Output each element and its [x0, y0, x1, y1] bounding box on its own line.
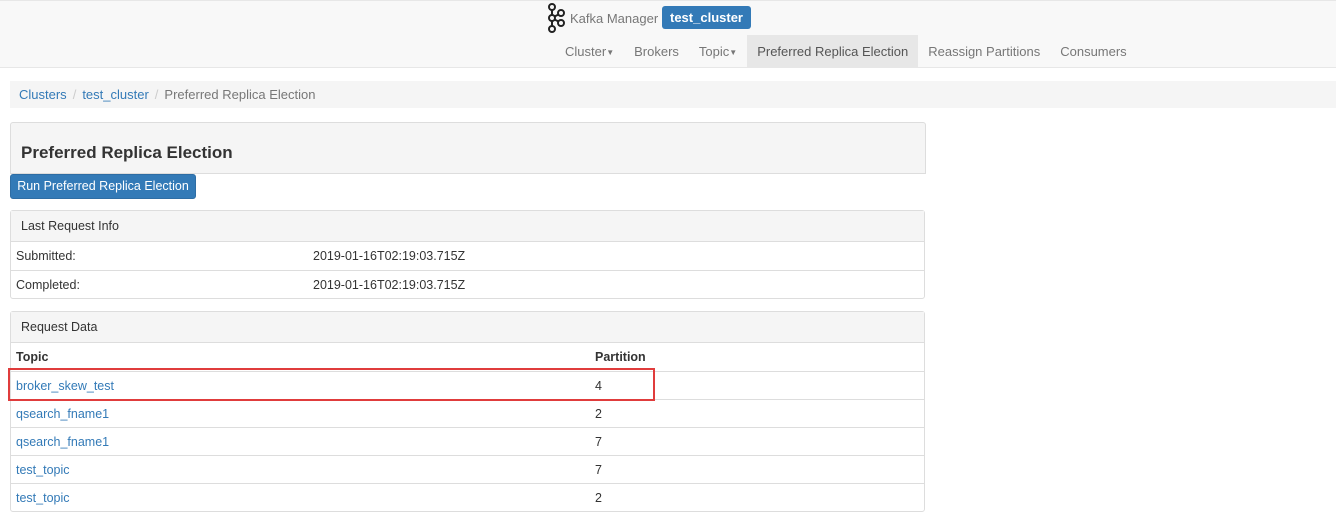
table-row: test_topic 2: [11, 483, 924, 511]
panel-heading: Request Data: [11, 312, 924, 343]
main-nav: Cluster▼ Brokers Topic▼ Preferred Replic…: [555, 35, 1137, 68]
page-header: Preferred Replica Election: [10, 122, 926, 174]
table-row: test_topic 7: [11, 455, 924, 483]
topic-link[interactable]: test_topic: [16, 463, 70, 477]
topic-link[interactable]: qsearch_fname1: [16, 407, 109, 421]
request-data-panel: Request Data Topic Partition broker_skew_…: [10, 311, 925, 512]
table-header: Topic Partition: [16, 350, 646, 364]
panel-heading: Last Request Info: [11, 211, 924, 242]
page-title: Preferred Replica Election: [21, 143, 233, 162]
nav-consumers[interactable]: Consumers: [1050, 35, 1136, 68]
breadcrumb: Clusters / test_cluster / Preferred Replica …: [10, 81, 1336, 108]
highlight-annotation-box: [8, 368, 655, 401]
nav-preferred-replica-election[interactable]: Preferred Replica Election: [747, 35, 919, 68]
topic-link[interactable]: test_topic: [16, 491, 70, 505]
caret-down-icon: ▼: [606, 48, 615, 58]
table-row: qsearch_fname1 2: [11, 399, 924, 427]
nav-cluster[interactable]: Cluster▼: [555, 35, 624, 68]
caret-down-icon: ▼: [729, 48, 738, 58]
breadcrumb-cluster[interactable]: test_cluster: [82, 87, 148, 102]
table-row: qsearch_fname1 7: [11, 427, 924, 455]
nav-topic[interactable]: Topic▼: [689, 35, 747, 68]
nav-brokers[interactable]: Brokers: [624, 35, 689, 68]
cluster-name-button[interactable]: test_cluster: [662, 6, 751, 29]
breadcrumb-current: Preferred Replica Election: [164, 87, 316, 102]
run-election-button[interactable]: Run Preferred Replica Election: [10, 174, 196, 199]
navbar: Kafka Manager test_cluster Cluster▼ Brok…: [0, 0, 1336, 68]
topic-link[interactable]: qsearch_fname1: [16, 435, 109, 449]
last-request-panel: Last Request Info Submitted: 2019-01-16T0…: [10, 210, 925, 299]
kafka-logo-icon: [548, 3, 565, 33]
nav-reassign-partitions[interactable]: Reassign Partitions: [918, 35, 1050, 68]
table-row: Completed: 2019-01-16T02:19:03.715Z: [11, 270, 924, 298]
brand-link[interactable]: Kafka Manager: [546, 3, 659, 33]
brand-text: Kafka Manager: [570, 10, 659, 26]
table-row: Submitted: 2019-01-16T02:19:03.715Z: [16, 249, 466, 263]
breadcrumb-clusters[interactable]: Clusters: [19, 87, 67, 102]
